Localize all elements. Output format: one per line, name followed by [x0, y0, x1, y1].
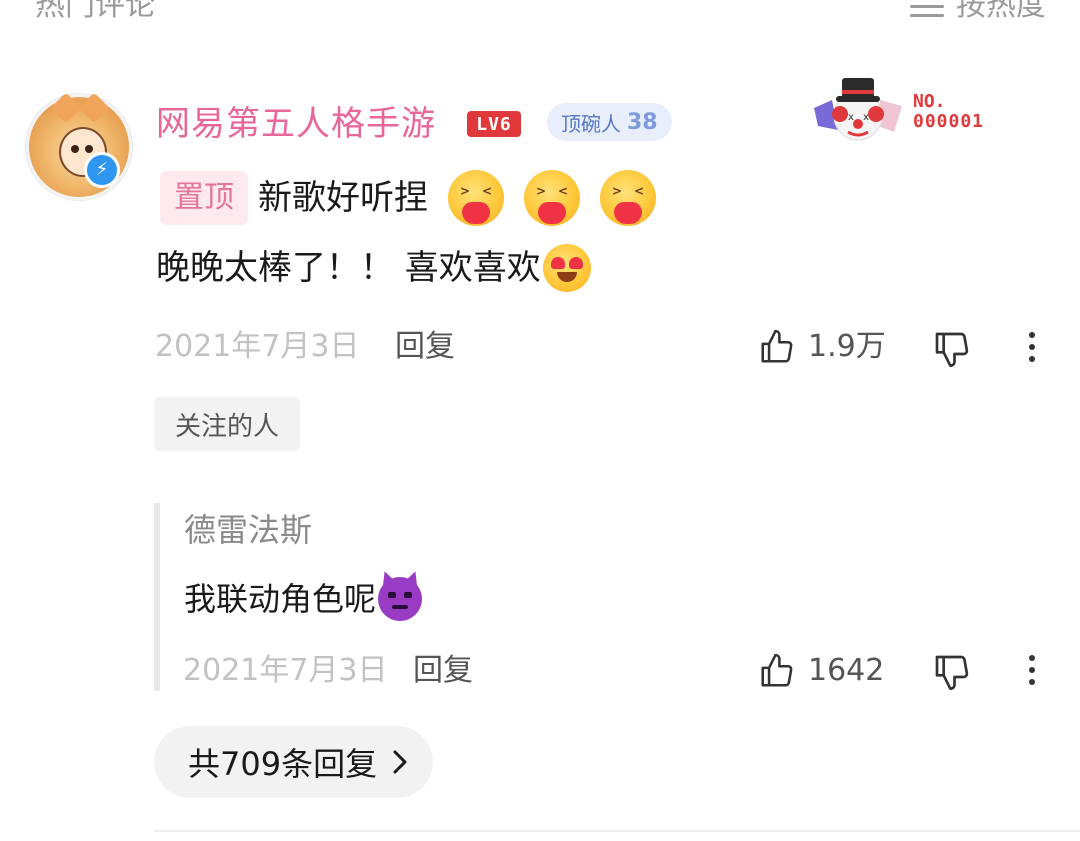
- hug-heart-emoji-icon: > <: [600, 170, 656, 226]
- hug-heart-emoji-icon: > <: [448, 170, 504, 226]
- title-badge-label: 顶碗人: [561, 111, 621, 136]
- avatar-eye: [85, 145, 93, 153]
- view-all-replies-label: 共709条回复: [188, 745, 378, 783]
- menu-lines-icon: [910, 0, 944, 18]
- thumbs-up-icon: [761, 653, 793, 687]
- thumbs-up-icon: [761, 329, 793, 363]
- reply-like-button[interactable]: 1642: [758, 650, 884, 692]
- avatar-ear-left: [50, 92, 82, 124]
- collectible-no-value: 000001: [913, 111, 985, 132]
- thumbs-down-icon[interactable]: [932, 329, 972, 369]
- devil-emoji-icon: [378, 569, 423, 621]
- reply-indent-bar: [154, 503, 160, 691]
- reply-reply-button[interactable]: 回复: [413, 650, 473, 692]
- reply-text: 我联动角色呢: [184, 580, 377, 618]
- comment-text-line2: 晚晚太棒了！！ 喜欢喜欢: [156, 240, 591, 296]
- avatar-ear-right: [78, 92, 110, 124]
- svg-text:x: x: [848, 112, 854, 123]
- view-all-replies-button[interactable]: 共709条回复: [154, 726, 434, 798]
- followed-tag: 关注的人: [154, 397, 300, 451]
- comment-text: 新歌好听捏: [258, 178, 428, 218]
- title-badge-number: 38: [627, 109, 658, 135]
- more-vertical-icon[interactable]: [1020, 329, 1044, 365]
- sort-label: 按热度: [956, 0, 1046, 23]
- section-title: 热门评论: [35, 0, 155, 23]
- heart-eyes-emoji-icon: [542, 244, 591, 292]
- comment-like-button[interactable]: 1.9万: [758, 326, 886, 368]
- avatar-eye: [71, 145, 79, 153]
- reply-like-count: 1642: [808, 653, 885, 688]
- sort-button[interactable]: 按热度: [910, 0, 1046, 26]
- svg-text:x: x: [863, 112, 869, 123]
- level-badge: LV6: [467, 111, 521, 137]
- comment-author[interactable]: 网易第五人格手游: [156, 102, 436, 146]
- chevron-right-icon: [393, 750, 407, 774]
- comment-text: 晚晚太棒了！！ 喜欢喜欢: [156, 248, 541, 288]
- verified-lightning-icon: ⚡: [84, 152, 120, 188]
- collectible-no-label: NO.: [913, 91, 946, 112]
- comment-reply-button[interactable]: 回复: [395, 326, 455, 368]
- collectible-number: NO. 000001: [913, 92, 984, 132]
- divider: [154, 830, 1080, 832]
- comment-date: 2021年7月3日: [155, 329, 360, 364]
- reply-date: 2021年7月3日: [183, 653, 388, 688]
- comment-like-count: 1.9万: [808, 329, 886, 364]
- reply-text-line: 我联动角色呢: [184, 569, 423, 624]
- pinned-tag: 置顶: [160, 171, 248, 225]
- comment-text-line1: 置顶 新歌好听捏 > < > < > <: [160, 170, 656, 226]
- thumbs-down-icon[interactable]: [932, 652, 972, 692]
- hug-heart-emoji-icon: > <: [524, 170, 580, 226]
- clown-icon[interactable]: x x: [808, 70, 908, 144]
- title-badge[interactable]: 顶碗人 38: [547, 103, 672, 141]
- avatar[interactable]: [26, 92, 132, 200]
- reply-author[interactable]: 德雷法斯: [184, 508, 312, 552]
- more-vertical-icon[interactable]: [1020, 652, 1044, 688]
